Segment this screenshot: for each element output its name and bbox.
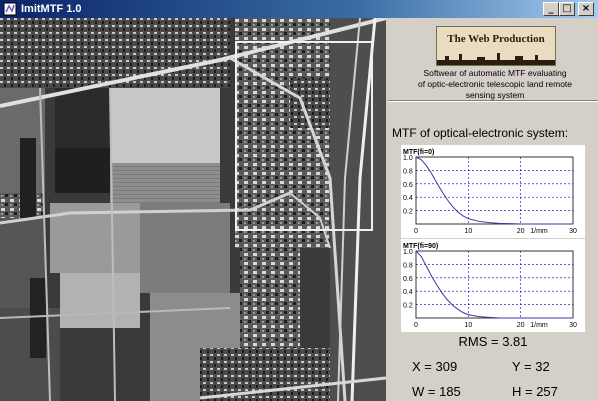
app-icon xyxy=(3,2,17,16)
y-tick-label: 0.6 xyxy=(403,276,413,283)
y-tick-label: 0.2 xyxy=(403,209,413,216)
description-text: Softwear of automatic MTF evaluating of … xyxy=(417,68,573,100)
y-tick-label: 1.0 xyxy=(403,155,413,162)
divider xyxy=(388,100,598,102)
y-coordinate: Y = 32 xyxy=(512,359,550,374)
rms-value: RMS = 3.81 xyxy=(458,334,528,349)
satellite-image-view[interactable] xyxy=(0,18,386,401)
mtf-chart-fi0: MTF(fi=0) 0.2 0.4 0.6 0.8 1.0 0 10 20 30 1/mm xyxy=(401,145,585,238)
y-tick-label: 1.0 xyxy=(403,249,413,256)
mtf-heading: MTF of optical-electronic system: xyxy=(392,126,569,140)
mtf-curve xyxy=(415,250,573,319)
y-tick-label: 0.8 xyxy=(403,262,413,269)
y-tick-label: 0.4 xyxy=(403,195,413,202)
logo-text: The Web Production xyxy=(447,33,545,45)
x-tick-label: 0 xyxy=(414,322,418,329)
x-tick-label: 20 xyxy=(517,228,525,235)
x-axis-label: 1/mm xyxy=(530,228,548,235)
x-tick-label: 10 xyxy=(464,228,472,235)
mtf-chart-fi90: MTF(fi=90) 0.2 0.4 0.6 0.8 1.0 0 10 20 30 1/mm xyxy=(401,239,585,332)
mtf-chart-fi90-plot: MTF(fi=90)0.20.40.60.81.00 10 20 301/mm xyxy=(403,243,577,329)
height-value: H = 257 xyxy=(512,384,558,399)
y-tick-label: 0.2 xyxy=(403,303,413,310)
mtf-curve xyxy=(415,156,573,225)
plot-frame xyxy=(415,250,574,319)
y-tick-label: 0.8 xyxy=(403,168,413,175)
x-tick-label: 20 xyxy=(517,322,525,329)
title-bar[interactable]: ImitMTF 1.0 _ □ × xyxy=(0,0,598,18)
x-axis-label: 1/mm xyxy=(530,322,548,329)
y-tick-label: 0.4 xyxy=(403,289,413,296)
close-button[interactable]: × xyxy=(578,2,594,16)
maximize-button[interactable]: □ xyxy=(559,2,575,16)
window-title: ImitMTF 1.0 xyxy=(21,3,82,15)
city-skyline-icon xyxy=(437,53,555,65)
x-tick-label: 30 xyxy=(569,322,577,329)
x-tick-label: 0 xyxy=(414,228,418,235)
plot-frame xyxy=(415,156,574,225)
width-value: W = 185 xyxy=(412,384,461,399)
logo: The Web Production xyxy=(436,26,556,66)
app-window: ImitMTF 1.0 _ □ × The Web Production Sof… xyxy=(0,0,598,401)
mtf-chart-fi0-plot: MTF(fi=0)0.20.40.60.81.00 10 20 301/mm xyxy=(403,149,577,235)
x-tick-label: 10 xyxy=(464,322,472,329)
selection-rectangle[interactable] xyxy=(235,41,373,231)
y-tick-label: 0.6 xyxy=(403,182,413,189)
info-panel: The Web Production Softwear of automatic… xyxy=(388,18,598,401)
x-tick-label: 30 xyxy=(569,228,577,235)
x-coordinate: X = 309 xyxy=(412,359,458,374)
minimize-button[interactable]: _ xyxy=(543,2,559,16)
